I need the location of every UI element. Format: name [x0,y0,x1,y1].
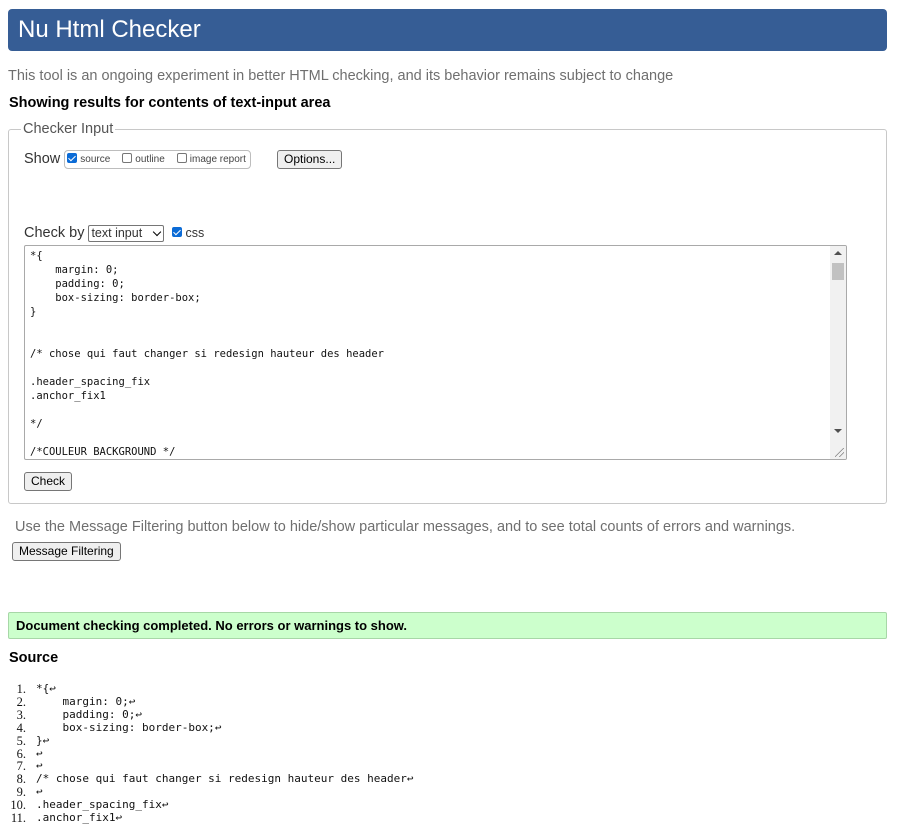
resize-grip-icon[interactable] [835,448,844,457]
outline-option-label: outline [135,153,165,165]
check-by-label: Check by [24,225,85,241]
outline-checkbox[interactable] [122,153,133,163]
source-line: 6. ↩ [0,747,880,761]
css-option[interactable]: css [172,226,204,240]
line-end-icon: ↩ [214,720,222,734]
line-code: .anchor_fix1 [36,811,116,825]
line-code: margin: 0; [36,694,129,708]
line-number: 11. [10,811,26,825]
source-heading: Source [9,650,59,666]
source-line: 11. .anchor_fix1 ↩ [0,811,880,825]
css-option-label: css [185,226,205,240]
source-listing: 1. *{↩ 2. margin: 0; ↩ 3. padding: 0; ↩ 4. box… [0,682,880,825]
source-option-label: source [80,153,111,165]
text-input-area[interactable]: *{ margin: 0; padding: 0; box-sizing: bo… [24,245,847,460]
image-report-checkbox[interactable] [176,153,187,163]
message-filtering-hint: Use the Message Filtering button below t… [15,519,796,535]
source-checkbox[interactable] [67,153,78,163]
check-by-selected-value: text input [91,226,143,240]
check-by-row: Check by text input css [24,224,204,242]
line-end-icon: ↩ [115,811,123,825]
line-end-icon: ↩ [406,772,414,786]
source-line: 10. .header_spacing_fix ↩ [0,798,880,812]
source-line: 5.} ↩ [0,733,880,748]
check-button[interactable]: Check [24,472,73,491]
line-number: 2. [16,694,26,709]
line-number: 3. [16,707,26,722]
line-end-icon: ↩ [128,694,136,708]
message-filtering-button[interactable]: Message Filtering [12,542,121,561]
image-report-option-label: image report [189,153,246,165]
textarea-scrollbar[interactable] [830,246,846,459]
line-code: } [36,733,43,747]
line-number: 4. [16,720,26,735]
line-end-icon: ↩ [42,733,50,747]
source-line: 3. padding: 0; ↩ [0,707,880,722]
source-line: 1. *{↩ [0,682,880,696]
success-message: Document checking completed. No errors o… [8,612,887,639]
show-options-group: source outline image report [64,149,251,169]
line-code: box-sizing: border-box; [36,720,215,734]
options-button[interactable]: Options... [277,150,343,169]
line-number: 5. [16,733,26,748]
scroll-down-arrow-icon[interactable] [834,429,842,433]
line-end-icon: ↩ [49,682,56,695]
source-line: 4. box-sizing: border-box; ↩ [0,720,880,735]
scroll-thumb[interactable] [832,263,844,280]
show-label: Show [24,151,61,167]
line-code: padding: 0; [36,707,136,721]
show-source-option[interactable]: source [67,153,111,165]
line-code: *{ [36,682,50,695]
intro-text: This tool is an ongoing experiment in be… [8,68,674,84]
chevron-down-icon [153,227,162,236]
app-header: Nu Html Checker [8,9,887,51]
line-code: /* chose qui faut changer si redesign ha… [36,772,407,786]
source-line: 2. margin: 0; ↩ [0,694,880,709]
scroll-up-arrow-icon[interactable] [834,251,842,255]
source-line: 8./* chose qui faut changer si redesign … [0,772,880,786]
line-end-icon: ↩ [135,707,142,721]
show-image-report-option[interactable]: image report [176,153,246,165]
check-by-select[interactable]: text input [88,224,165,242]
results-heading: Showing results for contents of text-inp… [9,95,331,111]
show-outline-option[interactable]: outline [122,153,165,165]
line-number: 1. [16,682,26,696]
text-input-content: *{ margin: 0; padding: 0; box-sizing: bo… [30,250,385,458]
css-checkbox[interactable] [172,227,183,237]
show-row: Show source outline image report [24,149,251,169]
checker-input-legend: Checker Input [23,121,114,137]
page-title: Nu Html Checker [18,16,201,43]
line-end-icon: ↩ [161,798,169,812]
